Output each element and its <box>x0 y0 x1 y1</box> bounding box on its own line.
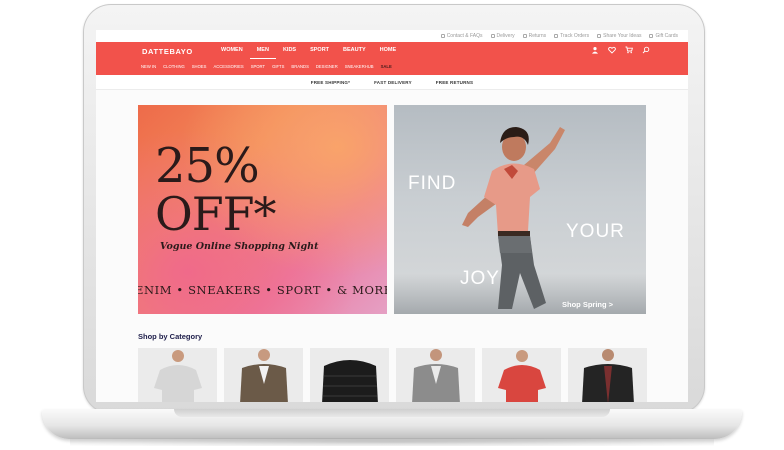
sub-nav-designer[interactable]: DESIGNER <box>316 64 338 69</box>
category-tile-red-tshirt[interactable] <box>482 348 561 402</box>
main-nav: WOMEN MEN KIDS SPORT BEAUTY HOME <box>214 47 403 59</box>
nav-item-men[interactable]: MEN <box>249 47 276 59</box>
nav-item-sport[interactable]: SPORT <box>303 47 336 58</box>
gift-icon <box>649 34 654 38</box>
nav-item-beauty[interactable]: BEAUTY <box>336 47 373 58</box>
sub-nav-sale[interactable]: SALE <box>381 64 392 69</box>
banner-word-joy: JOY <box>460 268 500 289</box>
return-icon <box>522 34 527 38</box>
sale-banner[interactable]: 25% OFF* Vogue Online Shopping Night ENI… <box>138 105 387 314</box>
laptop-screen: Contact & FAQs Delivery Returns Track Or… <box>96 30 688 402</box>
sub-nav-sneakerhub[interactable]: SNEAKERHUB <box>345 64 374 69</box>
sub-nav-shoes[interactable]: SHOES <box>192 64 207 69</box>
banner-word-find: FIND <box>408 173 457 194</box>
tag-icon <box>554 34 559 38</box>
shop-spring-link[interactable]: Shop Spring > <box>562 300 613 309</box>
sub-nav-sport[interactable]: SPORT <box>251 64 265 69</box>
utility-link-track-orders[interactable]: Track Orders <box>554 33 589 39</box>
brown-blazer-image <box>240 349 288 402</box>
megaphone-icon <box>597 34 602 38</box>
sub-nav-accessories[interactable]: ACCESSORIES <box>213 64 243 69</box>
utility-link-delivery[interactable]: Delivery <box>490 33 515 39</box>
truck-icon <box>490 34 495 38</box>
utility-link-returns[interactable]: Returns <box>522 33 546 39</box>
sub-nav-gifts[interactable]: GIFTS <box>272 64 284 69</box>
red-tshirt-image <box>498 350 546 402</box>
category-section-title: Shop by Category <box>138 332 203 341</box>
category-tile-jacket[interactable] <box>568 348 647 402</box>
sub-nav-clothing[interactable]: CLOTHING <box>163 64 185 69</box>
search-icon[interactable] <box>642 46 650 54</box>
laptop-notch <box>174 409 610 417</box>
chat-icon <box>440 34 445 38</box>
promo-free-returns[interactable]: FREE RETURNS <box>436 80 473 85</box>
category-tiles <box>138 348 647 402</box>
sub-nav-new-in[interactable]: NEW IN <box>141 64 156 69</box>
category-tile-tshirt[interactable] <box>138 348 217 402</box>
utility-link-contact[interactable]: Contact & FAQs <box>440 33 483 39</box>
black-puffer-image <box>322 360 378 402</box>
sub-nav-brands[interactable]: BRANDS <box>291 64 308 69</box>
sale-subtitle: Vogue Online Shopping Night <box>160 241 319 252</box>
nav-item-home[interactable]: HOME <box>373 47 404 58</box>
cart-icon[interactable] <box>625 46 633 54</box>
sale-percent: 25% <box>155 138 260 194</box>
heart-icon[interactable] <box>608 46 616 54</box>
nav-icons <box>591 46 650 54</box>
sub-nav: NEW IN CLOTHING SHOES ACCESSORIES SPORT … <box>141 64 392 69</box>
promo-fast-delivery[interactable]: FAST DELIVERY <box>374 80 412 85</box>
main-navigation-bar: DATTEBAYO WOMEN MEN KIDS SPORT BEAUTY HO… <box>96 42 688 75</box>
grey-tshirt-image <box>154 350 202 402</box>
utility-link-share-ideas[interactable]: Share Your Ideas <box>597 33 641 39</box>
promo-free-shipping[interactable]: FREE SHIPPING* <box>311 80 350 85</box>
category-tile-grey-blazer[interactable] <box>396 348 475 402</box>
black-jacket-image <box>582 349 634 402</box>
store-logo[interactable]: DATTEBAYO <box>142 47 193 56</box>
category-tile-blazer[interactable] <box>224 348 303 402</box>
category-tile-puffer[interactable] <box>310 348 389 402</box>
promo-strip: FREE SHIPPING* FAST DELIVERY FREE RETURN… <box>96 75 688 90</box>
laptop-shadow <box>70 438 714 446</box>
utility-link-gift-cards[interactable]: Gift Cards <box>649 33 678 39</box>
banner-word-your: YOUR <box>566 221 625 242</box>
nav-item-kids[interactable]: KIDS <box>276 47 303 58</box>
utility-bar: Contact & FAQs Delivery Returns Track Or… <box>96 30 688 42</box>
sale-off: OFF* <box>155 187 277 241</box>
grey-blazer-image <box>412 349 460 402</box>
spring-banner[interactable]: FIND YOUR JOY Shop Spring > <box>394 105 646 314</box>
user-icon[interactable] <box>591 46 599 54</box>
sale-ticker: ENIM • SNEAKERS • SPORT • & MORE • S <box>138 283 387 297</box>
nav-item-women[interactable]: WOMEN <box>214 47 250 58</box>
